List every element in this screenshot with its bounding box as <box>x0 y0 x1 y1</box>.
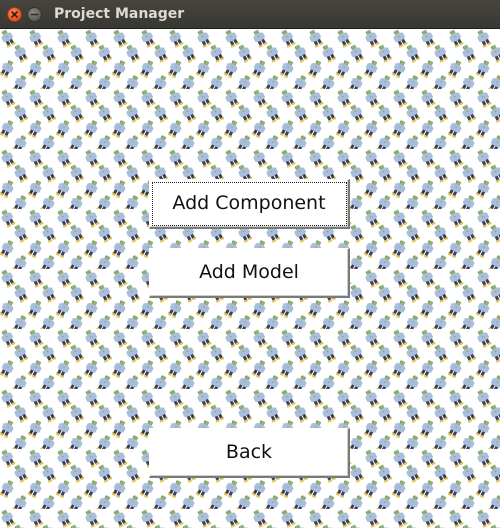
minimize-icon <box>30 13 39 16</box>
window-title: Project Manager <box>54 6 185 22</box>
main-panel: Add Component Add Model Back <box>0 29 500 528</box>
project-manager-window: Project Manager Add Component Add Model … <box>0 0 500 528</box>
add-model-button[interactable]: Add Model <box>149 248 350 298</box>
title-bar: Project Manager <box>0 0 500 29</box>
close-window-button[interactable] <box>7 7 22 22</box>
add-component-button[interactable]: Add Component <box>149 179 350 229</box>
back-button[interactable]: Back <box>149 428 350 478</box>
minimize-window-button[interactable] <box>27 7 42 22</box>
close-icon <box>11 11 18 18</box>
